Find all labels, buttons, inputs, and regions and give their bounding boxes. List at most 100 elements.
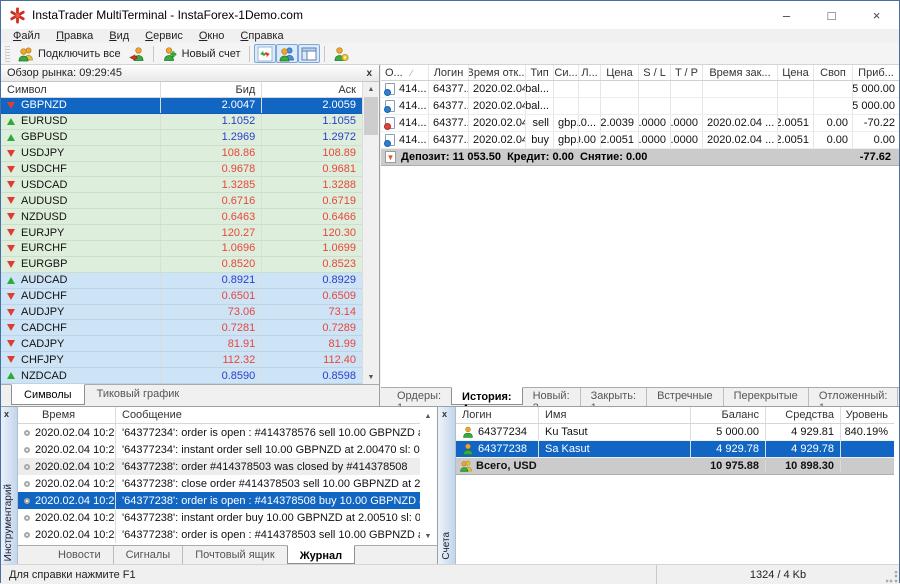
symbol-column-header[interactable]: Си...	[554, 65, 579, 80]
market-row[interactable]: EURCHF 1.0696 1.0699	[1, 241, 362, 257]
journal-row[interactable]: 2020.02.04 10:28:... '64377238': instant…	[18, 509, 420, 526]
journal-row[interactable]: 2020.02.04 10:28:... '64377238': close o…	[18, 475, 420, 492]
market-watch-close-icon[interactable]: x	[364, 68, 374, 79]
market-row[interactable]: EURUSD 1.1052 1.1055	[1, 114, 362, 130]
market-row[interactable]: AUDUSD 0.6716 0.6719	[1, 193, 362, 209]
account-row[interactable]: 64377234 Ku Tasut 5 000.00 4 929.81 840.…	[456, 424, 894, 441]
menu-item[interactable]: Вид	[101, 29, 137, 43]
orders-tab[interactable]: История: 4	[451, 387, 523, 405]
menu-item[interactable]: Справка	[232, 29, 291, 43]
orders-tab[interactable]: Ордеры: 1	[387, 388, 451, 406]
orders-tab[interactable]: Закрыть: 1	[580, 388, 646, 406]
market-watch-tab[interactable]: Тиковый график	[85, 385, 192, 406]
price-column-header[interactable]: Цена	[601, 65, 639, 80]
market-row[interactable]: NZDCAD 0.8590 0.8598	[1, 368, 362, 384]
journal-row[interactable]: 2020.02.04 10:29:... '64377234': order i…	[18, 424, 420, 441]
market-watch-scrollbar[interactable]: ▲ ▼	[362, 82, 379, 384]
orders-tab[interactable]: Встречные	[646, 388, 723, 406]
market-row[interactable]: AUDCAD 0.8921 0.8929	[1, 273, 362, 289]
orders-tab[interactable]: Новый: 2	[523, 388, 580, 406]
close-time-column-header[interactable]: Время зак...	[703, 65, 778, 80]
sl-column-header[interactable]: S / L	[639, 65, 671, 80]
accounts-close-icon[interactable]: x	[442, 409, 447, 419]
lots-column-header[interactable]: Л...	[579, 65, 601, 80]
market-row[interactable]: CHFJPY 112.32 112.40	[1, 352, 362, 368]
scroll-down-icon[interactable]: ▼	[420, 529, 436, 543]
market-row[interactable]: AUDCHF 0.6501 0.6509	[1, 289, 362, 305]
toolbox-side-strip[interactable]: x Инструментарий	[1, 407, 18, 565]
orders-tab[interactable]: Отложенный: 1	[808, 388, 898, 406]
journal-row[interactable]: 2020.02.04 10:28:... '64377238': order i…	[18, 492, 420, 509]
menu-item[interactable]: Файл	[5, 29, 48, 43]
journal-scrollbar[interactable]: ▲ ▼	[420, 407, 437, 545]
accounts-side-strip[interactable]: x Счета	[439, 407, 456, 564]
login-column-header[interactable]: Логин	[456, 407, 539, 423]
journal-row[interactable]: 2020.02.04 10:28:... '64377238': order i…	[18, 526, 420, 543]
market-row[interactable]: EURJPY 120.27 120.30	[1, 225, 362, 241]
resize-grip[interactable]	[886, 571, 898, 583]
market-row[interactable]: USDJPY 108.86 108.89	[1, 146, 362, 162]
menu-item[interactable]: Окно	[191, 29, 233, 43]
level-column-header[interactable]: Уровень	[841, 407, 894, 423]
connect-all-button[interactable]: Подключить все	[14, 44, 125, 63]
disconnect-all-button[interactable]	[125, 44, 149, 63]
market-row[interactable]: GBPNZD 2.0047 2.0059	[1, 98, 362, 114]
message-column-header[interactable]: Сообщение	[116, 407, 437, 423]
toolbox-close-icon[interactable]: x	[4, 409, 9, 419]
time-column-header[interactable]: Время	[18, 407, 116, 423]
market-watch-toggle-button[interactable]	[254, 44, 276, 63]
market-watch-icon	[257, 46, 273, 62]
market-row[interactable]: EURGBP 0.8520 0.8523	[1, 257, 362, 273]
order-row[interactable]: 414... 64377... 2020.02.04 ... bal... 5 …	[381, 98, 899, 115]
market-row[interactable]: USDCHF 0.9678 0.9681	[1, 162, 362, 178]
order-column-header[interactable]: О...∕	[381, 65, 429, 80]
scroll-up-icon[interactable]: ▲	[363, 82, 379, 96]
journal-row[interactable]: 2020.02.04 10:29:... '64377234': instant…	[18, 441, 420, 458]
account-row[interactable]: 64377238 Sa Kasut 4 929.78 4 929.78	[456, 441, 894, 458]
equity-column-header[interactable]: Средства	[766, 407, 841, 423]
login-column-header[interactable]: Логин	[429, 65, 469, 80]
market-row[interactable]: CADCHF 0.7281 0.7289	[1, 320, 362, 336]
menu-item[interactable]: Сервис	[137, 29, 191, 43]
scroll-down-icon[interactable]: ▼	[363, 370, 379, 384]
menu-item[interactable]: Правка	[48, 29, 101, 43]
trend-icon	[7, 340, 15, 347]
ask-column-header[interactable]: Аск	[262, 82, 362, 97]
scroll-up-icon[interactable]: ▲	[420, 409, 436, 423]
scrollbar-thumb[interactable]	[364, 97, 378, 135]
toolbox-tab[interactable]: Почтовый ящик	[182, 546, 286, 565]
symbol-column-header[interactable]: Символ	[1, 82, 161, 97]
order-row[interactable]: 414... 64377... 2020.02.04 ... bal... 5 …	[381, 81, 899, 98]
minimize-button[interactable]: –	[764, 1, 809, 29]
close-button[interactable]: ×	[854, 1, 899, 29]
market-row[interactable]: AUDJPY 73.06 73.14	[1, 305, 362, 321]
tp-column-header[interactable]: T / P	[671, 65, 703, 80]
order-row[interactable]: 414... 64377... 2020.02.04 ... sell gbp.…	[381, 115, 899, 132]
name-column-header[interactable]: Имя	[539, 407, 691, 423]
type-column-header[interactable]: Тип	[526, 65, 554, 80]
swap-column-header[interactable]: Своп	[814, 65, 853, 80]
market-row[interactable]: USDCAD 1.3285 1.3288	[1, 177, 362, 193]
market-row[interactable]: NZDUSD 0.6463 0.6466	[1, 209, 362, 225]
account-settings-button[interactable]	[329, 44, 353, 63]
new-account-button[interactable]: Новый счет	[158, 44, 245, 63]
maximize-button[interactable]: □	[809, 1, 854, 29]
toolbox-tab[interactable]: Новости	[46, 546, 113, 565]
bid-column-header[interactable]: Бид	[161, 82, 263, 97]
accounts-toggle-button[interactable]	[276, 44, 298, 63]
market-watch-tab[interactable]: Символы	[11, 384, 85, 405]
open-time-column-header[interactable]: Время отк...	[469, 65, 526, 80]
market-row[interactable]: CADJPY 81.91 81.99	[1, 336, 362, 352]
balance-column-header[interactable]: Баланс	[691, 407, 766, 423]
orders-tab[interactable]: Перекрытые	[723, 388, 808, 406]
toolbox-tab[interactable]: Сигналы	[113, 546, 183, 565]
close-price-column-header[interactable]: Цена	[778, 65, 814, 80]
order-row[interactable]: 414... 64377... 2020.02.04 ... buy gbp..…	[381, 132, 899, 149]
profit-column-header[interactable]: Приб...	[853, 65, 899, 80]
trend-icon	[7, 245, 15, 252]
toolbar-grip[interactable]	[5, 46, 10, 62]
market-row[interactable]: GBPUSD 1.2969 1.2972	[1, 130, 362, 146]
toolbox-tab[interactable]: Журнал	[287, 545, 355, 564]
journal-row[interactable]: 2020.02.04 10:28:... '64377238': order #…	[18, 458, 420, 475]
toolbox-toggle-button[interactable]	[298, 44, 320, 63]
